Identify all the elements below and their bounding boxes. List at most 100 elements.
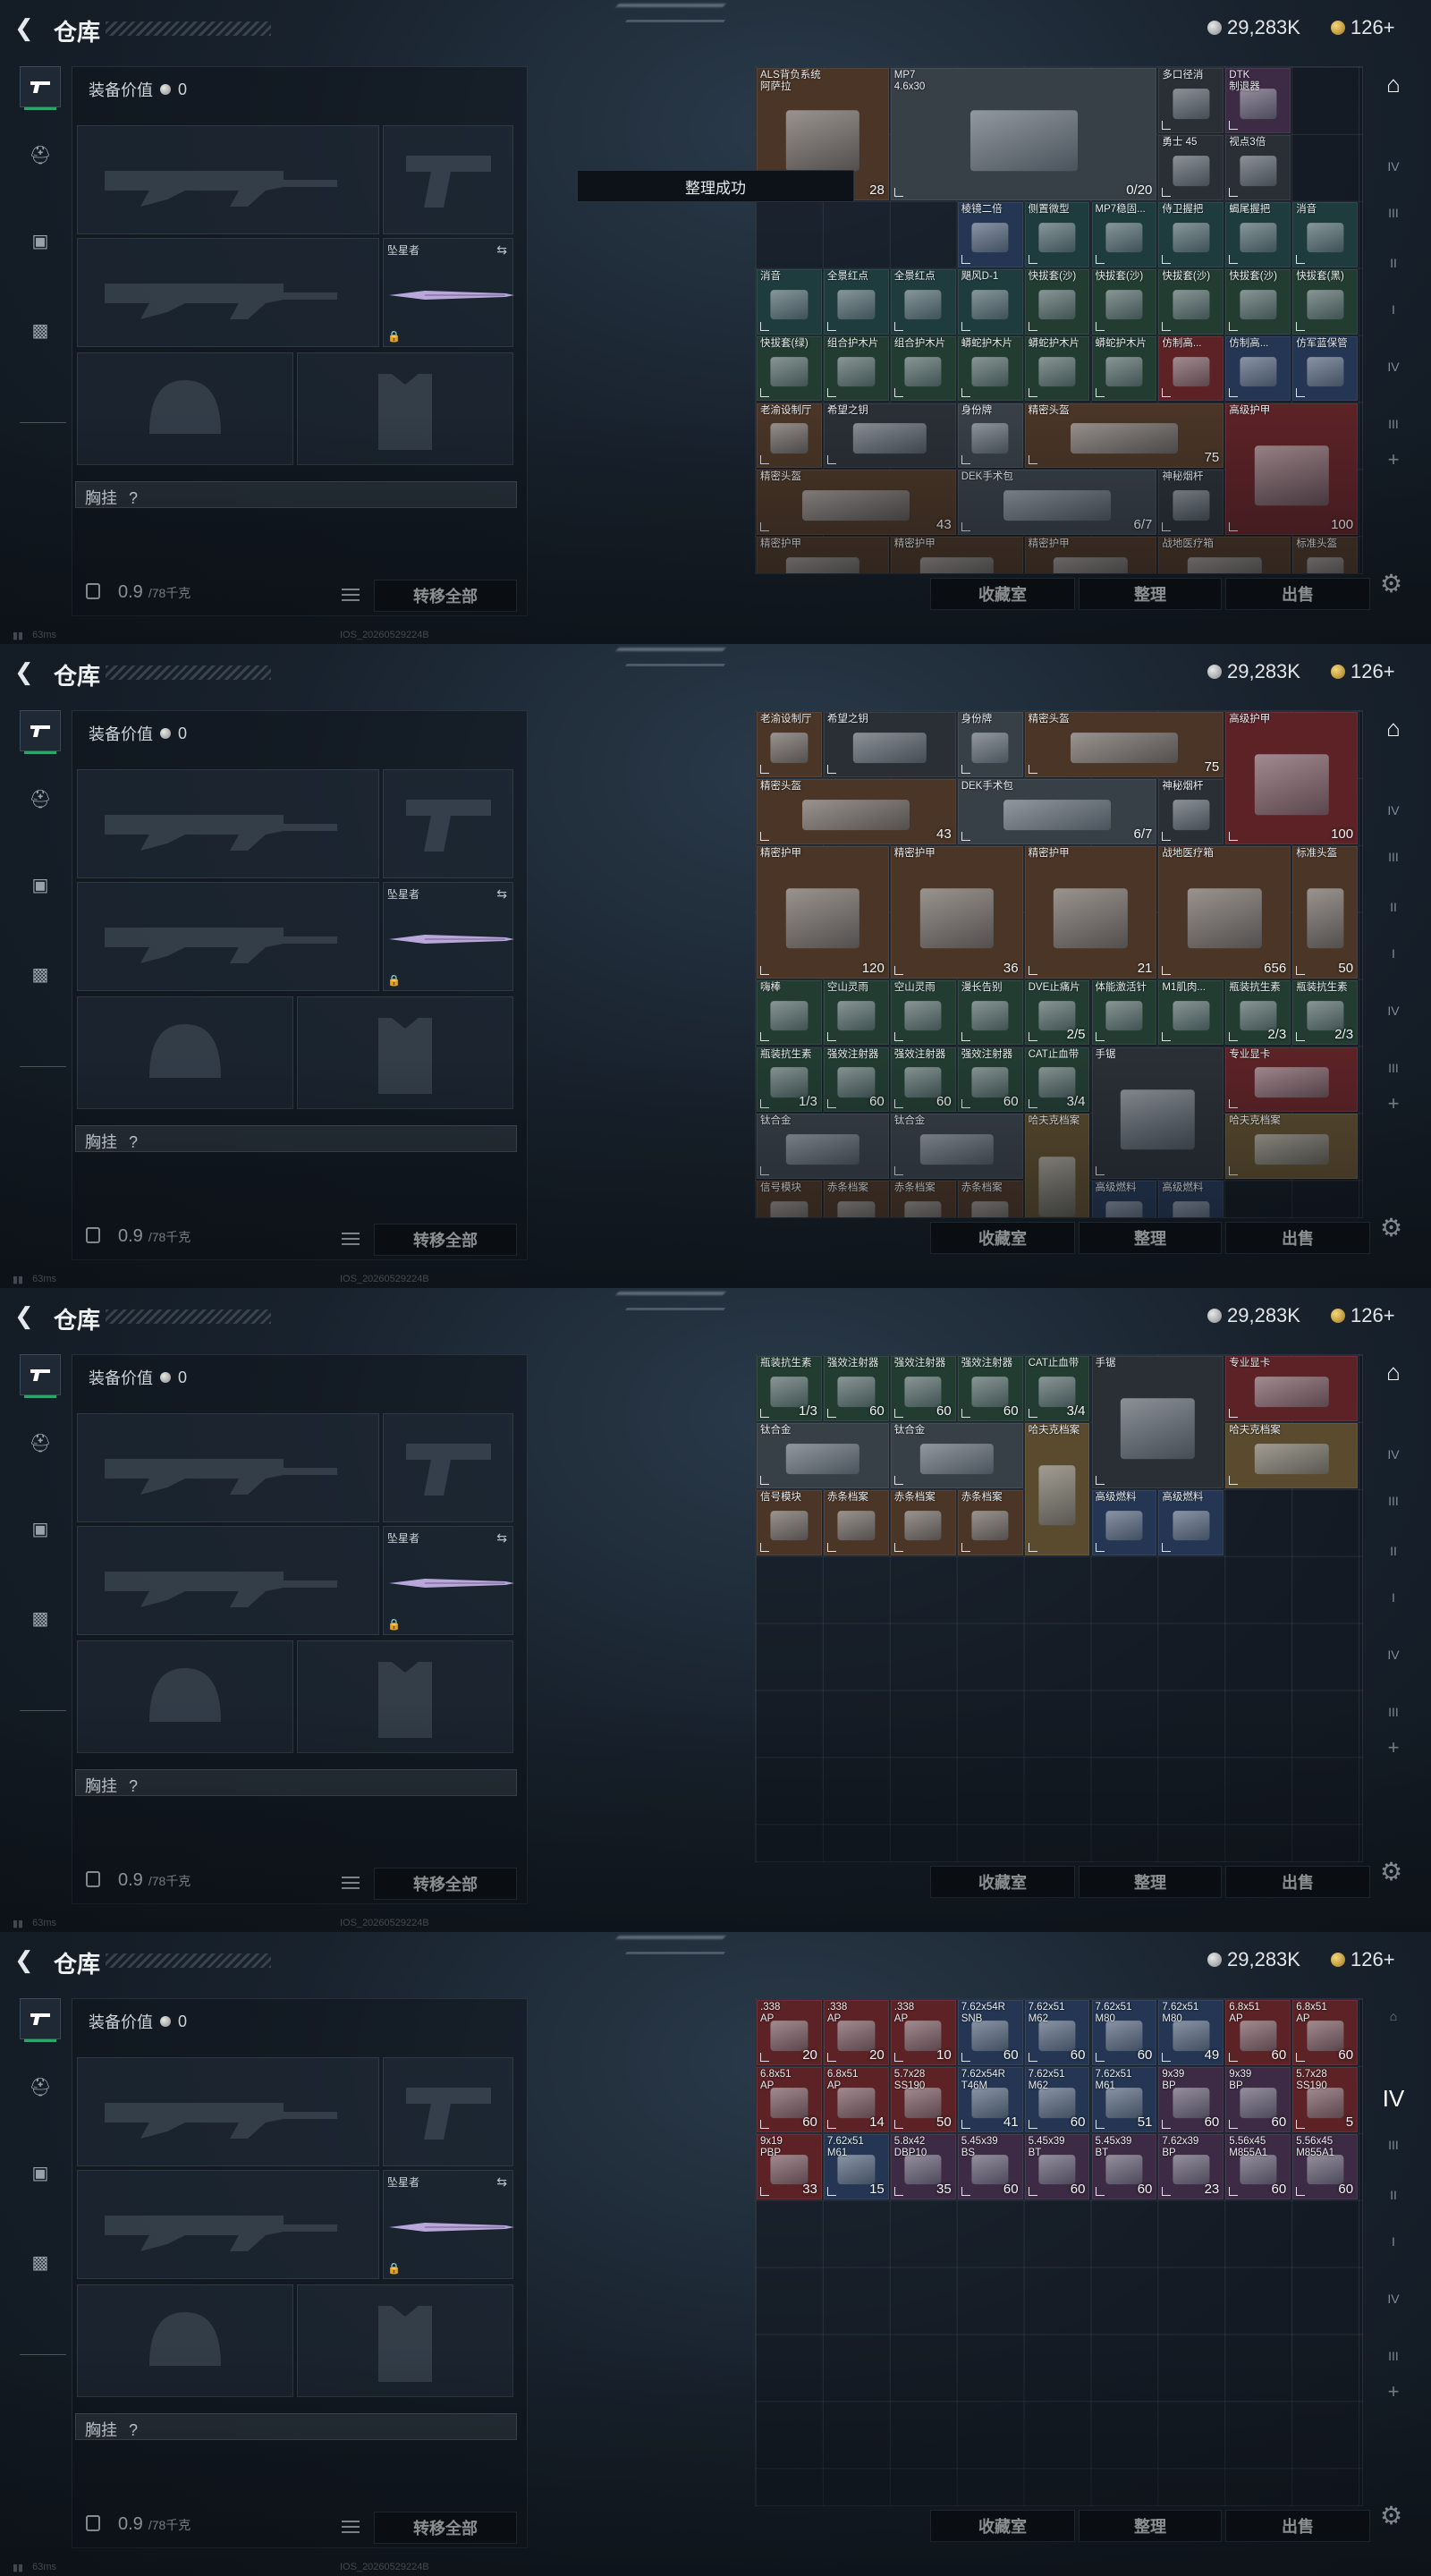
inventory-item[interactable]: DTK 制退器 [1225,68,1291,133]
tab-tier[interactable]: IV [1376,2080,1411,2116]
tab-tier[interactable]: III [1376,839,1411,875]
inventory-item[interactable]: 强效注射器 60 [890,1046,956,1113]
transfer-all-button[interactable]: 转移全部 [374,1868,517,1900]
inventory-item[interactable]: 专业显卡 [1225,1046,1359,1113]
melee-slot[interactable]: 坠星者 ⇆ 🔒 [383,238,514,347]
list-icon[interactable] [342,2521,360,2535]
sell-button[interactable]: 出售 [1225,578,1370,610]
inventory-item[interactable]: 战地医疗箱 656 [1158,845,1291,979]
inventory-item[interactable]: .338 AP 20 [823,2000,889,2065]
chest-rig-slot[interactable]: 胸挂 ? [75,1125,517,1152]
tab-tier[interactable]: III [1376,1483,1411,1519]
secondary-weapon-slot[interactable] [77,238,379,347]
inventory-item[interactable]: 6.8x51 AP 60 [757,2066,822,2132]
inventory-item[interactable]: 快拔套(沙) [1091,268,1157,335]
inventory-item[interactable]: 快拔套(绿) [757,335,822,402]
chest-rig-slot[interactable]: 胸挂 ? [75,2413,517,2440]
chest-rig-slot[interactable]: 胸挂 ? [75,481,517,508]
favorites-button[interactable]: 收藏室 [930,1222,1075,1254]
list-icon[interactable] [342,1877,360,1891]
tab-tier[interactable]: IV [1376,1436,1411,1472]
chest-rig-slot[interactable]: 胸挂 ? [75,1769,517,1796]
tab-tier[interactable]: II [1376,1533,1411,1569]
inventory-grid[interactable]: 瓶装抗生素 1/3 强效注射器 60 强效注射器 60 强效注射器 60 CAT止血带 3/4 手锯… [755,1354,1363,1862]
organize-button[interactable]: 整理 [1079,1222,1222,1254]
inventory-item[interactable]: 老渝设制厅 [757,402,822,469]
tab-helmet[interactable]: ⛑ [20,778,61,819]
swap-icon[interactable]: ⇆ [496,242,507,258]
inventory-item[interactable]: 战地医疗箱 [1158,537,1291,573]
inventory-item[interactable]: 7.62x39 BP 23 [1158,2133,1224,2199]
inventory-item[interactable]: 飓风D-1 [957,268,1023,335]
inventory-item[interactable]: 7.62x51 M61 15 [823,2133,889,2199]
inventory-item[interactable]: 蟒蛇护木片 [1091,335,1157,402]
inventory-item[interactable]: 快拔套(黑) [1292,268,1359,335]
swap-icon[interactable]: ⇆ [496,2174,507,2190]
inventory-item[interactable]: 7.62x51 M80 60 [1091,2000,1157,2065]
inventory-item[interactable]: 5.7x28 SS190 50 [890,2066,956,2132]
tab-vest[interactable]: ▣ [20,1508,61,1549]
inventory-item[interactable]: 赤条档案 [890,1489,956,1555]
inventory-item[interactable]: 5.8x42 DBP10 35 [890,2133,956,2199]
tab-tier[interactable]: III [1376,195,1411,231]
inventory-item[interactable]: 赤条档案 [957,1181,1023,1217]
inventory-item[interactable]: 哈夫克档案 [1024,1114,1090,1217]
inventory-item[interactable]: 神秘烟杆 [1158,778,1224,844]
tab-vest[interactable]: ▣ [20,220,61,261]
inventory-item[interactable]: 5.56x45 M855A1 60 [1225,2133,1291,2199]
tab-tier[interactable]: III [1376,1050,1411,1086]
tab-weapon[interactable] [20,1354,61,1398]
armor-slot[interactable] [297,1640,513,1753]
swap-icon[interactable]: ⇆ [496,1530,507,1546]
inventory-item[interactable]: DVE止痛片 2/5 [1024,979,1090,1046]
tab-weapon[interactable] [20,710,61,754]
inventory-item[interactable]: 精密护甲 21 [1024,845,1157,979]
back-arrow-icon[interactable]: ❮ [14,1304,36,1327]
inventory-item[interactable]: M1肌肉... [1158,979,1224,1046]
transfer-all-button[interactable]: 转移全部 [374,580,517,612]
tab-home-icon[interactable]: ⌂ [1376,1354,1411,1390]
inventory-item[interactable]: 5.7x28 SS190 5 [1292,2066,1359,2132]
armor-slot[interactable] [297,2284,513,2397]
inventory-item[interactable]: 希望之钥 [823,402,956,469]
inventory-item[interactable]: 哈夫克档案 [1024,1422,1090,1555]
inventory-item[interactable]: 空山灵雨 [890,979,956,1046]
inventory-item[interactable]: 快拔套(沙) [1024,268,1090,335]
add-tab-icon[interactable]: + [1376,2374,1411,2410]
swap-icon[interactable]: ⇆ [496,886,507,902]
inventory-item[interactable]: 精密护甲 [757,537,889,573]
inventory-item[interactable]: 精密护甲 [890,537,1023,573]
helmet-slot[interactable] [77,352,293,465]
inventory-item[interactable]: 组合护木片 [823,335,889,402]
list-icon[interactable] [342,1233,360,1247]
inventory-item[interactable]: 瓶装抗生素 2/3 [1225,979,1291,1046]
favorites-button[interactable]: 收藏室 [930,578,1075,610]
inventory-item[interactable]: 标准头盔 [1292,537,1359,573]
inventory-item[interactable]: 侧置微型 [1024,201,1090,267]
inventory-item[interactable]: 专业显卡 [1225,1356,1359,1421]
inventory-item[interactable]: 消音 [757,268,822,335]
inventory-item[interactable]: 精密头盔 43 [757,778,956,844]
inventory-grid[interactable]: 老渝设制厅 希望之钥 身份牌 精密头盔 75 高级护甲 100 精密头盔 43 DEK手术包 6/7… [755,710,1363,1218]
tab-tier[interactable]: IV [1376,1637,1411,1673]
inventory-item[interactable]: 手锯 [1091,1046,1224,1180]
helmet-slot[interactable] [77,2284,293,2397]
pistol-slot[interactable] [383,125,513,234]
inventory-item[interactable]: 高级燃料 [1158,1181,1224,1217]
settings-gear-icon[interactable]: ⚙ [1380,2501,1402,2530]
inventory-item[interactable]: 高级燃料 [1091,1489,1157,1555]
inventory-item[interactable]: 老渝设制厅 [757,712,822,777]
sell-button[interactable]: 出售 [1225,1866,1370,1898]
inventory-item[interactable]: 精密头盔 75 [1024,712,1224,777]
settings-gear-icon[interactable]: ⚙ [1380,1213,1402,1242]
inventory-item[interactable]: 强效注射器 60 [890,1356,956,1421]
inventory-item[interactable]: 组合护木片 [890,335,956,402]
inventory-item[interactable]: 7.62x54R SNB 60 [957,2000,1023,2065]
tab-bag[interactable]: ▩ [20,953,61,995]
inventory-item[interactable]: 5.45x39 BT 60 [1091,2133,1157,2199]
inventory-item[interactable]: 视点3倍 [1225,134,1291,200]
inventory-item[interactable]: 身份牌 [957,402,1023,469]
tab-tier[interactable]: I [1376,1580,1411,1615]
gold-currency[interactable]: 126+ [1331,16,1395,39]
tab-helmet[interactable]: ⛑ [20,1422,61,1463]
